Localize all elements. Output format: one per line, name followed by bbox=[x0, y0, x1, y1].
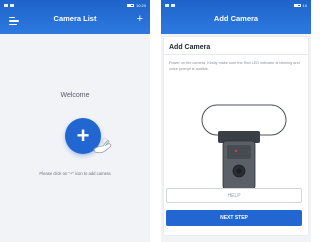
app-header: 10 Add Camera bbox=[161, 0, 311, 34]
tap-hand-icon bbox=[93, 138, 112, 154]
signal-icon bbox=[165, 4, 175, 7]
add-camera-hint: Please click on "+" icon to add camera bbox=[39, 171, 111, 176]
card-description: Power on the camera. Kindly make sure th… bbox=[169, 61, 300, 71]
status-bar: 10 bbox=[161, 0, 311, 11]
next-step-button[interactable]: NEXT STEP bbox=[166, 210, 302, 226]
plus-icon: + bbox=[76, 123, 90, 148]
camera-device-illustration bbox=[201, 104, 287, 190]
page-title: Add Camera bbox=[213, 14, 259, 23]
welcome-text: Welcome bbox=[60, 92, 90, 99]
help-button[interactable]: HELP bbox=[166, 188, 302, 203]
signal-icon bbox=[4, 4, 14, 7]
battery-icon bbox=[293, 4, 301, 7]
add-camera-header-button[interactable]: + bbox=[137, 14, 143, 25]
battery-icon bbox=[126, 4, 134, 7]
add-camera-screen: 10 Add Camera Add Camera Power on the ca… bbox=[161, 0, 311, 242]
app-header: 10:20 Camera List + bbox=[0, 0, 150, 34]
add-camera-card: Add Camera Power on the camera. Kindly m… bbox=[164, 37, 308, 235]
status-time: 10:20 bbox=[135, 3, 146, 8]
divider bbox=[164, 54, 308, 55]
camera-list-screen: 10:20 Camera List + Welcome + Please cli… bbox=[0, 0, 150, 242]
page-title: Camera List bbox=[53, 14, 97, 23]
plus-icon: + bbox=[136, 13, 143, 25]
status-time: 10 bbox=[302, 3, 307, 8]
status-bar: 10:20 bbox=[0, 0, 150, 11]
card-title: Add Camera bbox=[169, 44, 211, 51]
